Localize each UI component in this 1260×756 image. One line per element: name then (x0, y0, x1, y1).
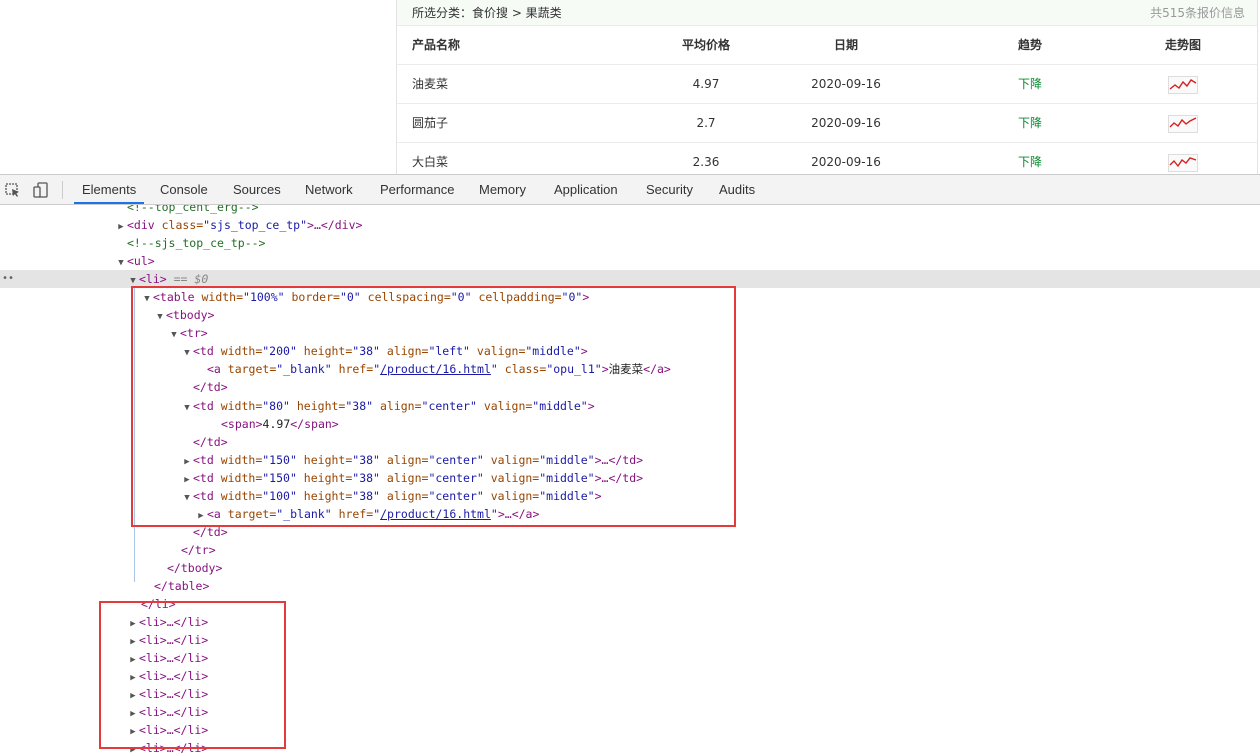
breadcrumb: 所选分类：食价搜 > 果蔬类 共515条报价信息 (397, 0, 1257, 26)
price-list-panel: 所选分类：食价搜 > 果蔬类 共515条报价信息 产品名称 平均价格 日期 趋势… (396, 0, 1258, 174)
avg-price: 4.97 (692, 77, 720, 91)
avg-price: 2.36 (692, 155, 720, 169)
avg-price: 2.7 (696, 116, 716, 130)
dom-close-table[interactable]: </table> (0, 577, 1260, 595)
product-link[interactable]: 油麦菜 (412, 65, 448, 103)
sparkline-link[interactable] (1133, 65, 1233, 103)
total-count: 共515条报价信息 (1150, 6, 1245, 20)
dom-comment[interactable]: <!--sjs_top_ce_tp--> (0, 234, 1260, 252)
inspect-element-icon[interactable] (4, 181, 22, 199)
table-header: 产品名称 平均价格 日期 趋势 走势图 (397, 26, 1257, 65)
header-product-name: 产品名称 (412, 38, 461, 52)
tab-application[interactable]: Application (546, 175, 626, 204)
tab-sources[interactable]: Sources (225, 175, 289, 204)
product-link[interactable]: 圆茄子 (412, 104, 448, 142)
sparkline-link[interactable] (1133, 104, 1233, 142)
table-row: 大白菜 2.36 2020-09-16 下降 (397, 143, 1257, 174)
dom-node-ul[interactable]: ▼ <ul> (0, 252, 1260, 270)
trend-status: 下降 (1017, 116, 1042, 130)
devtools-toolbar: Elements Console Sources Network Perform… (0, 175, 1260, 205)
product-link[interactable]: 大白菜 (412, 143, 448, 174)
sparkline-link[interactable] (1133, 143, 1233, 174)
breadcrumb-text: 所选分类：食价搜 > 果蔬类 (412, 6, 562, 20)
header-trend: 趋势 (1017, 38, 1042, 52)
dom-node-div[interactable]: ▶ <div class="sjs_top_ce_tp">…</div> (0, 216, 1260, 234)
sparkline-icon (1168, 153, 1198, 172)
dom-close-tbody[interactable]: </tbody> (0, 559, 1260, 577)
header-avg-price: 平均价格 (681, 38, 730, 52)
tab-elements[interactable]: Elements (74, 175, 145, 204)
tab-memory[interactable]: Memory (471, 175, 534, 204)
tab-security[interactable]: Security (638, 175, 701, 204)
header-date: 日期 (833, 38, 858, 52)
tab-audits[interactable]: Audits (711, 175, 763, 204)
web-page-viewport: 所选分类：食价搜 > 果蔬类 共515条报价信息 产品名称 平均价格 日期 趋势… (0, 0, 1260, 174)
sparkline-icon (1168, 114, 1198, 133)
tab-network[interactable]: Network (297, 175, 361, 204)
more-options-icon[interactable]: •• (2, 270, 14, 288)
table-row: 油麦菜 4.97 2020-09-16 下降 (397, 65, 1257, 104)
header-trend-chart: 走势图 (1164, 38, 1201, 52)
device-toggle-icon[interactable] (32, 181, 50, 199)
date: 2020-09-16 (811, 155, 881, 169)
date: 2020-09-16 (811, 77, 881, 91)
highlight-box-table (131, 286, 736, 527)
sparkline-icon (1168, 75, 1198, 94)
table-row: 圆茄子 2.7 2020-09-16 下降 (397, 104, 1257, 143)
tab-console[interactable]: Console (152, 175, 216, 204)
dom-close-tr[interactable]: </tr> (0, 541, 1260, 559)
trend-status: 下降 (1017, 155, 1042, 169)
date: 2020-09-16 (811, 116, 881, 130)
toolbar-divider (62, 181, 63, 199)
highlight-box-li-list (99, 601, 286, 749)
trend-status: 下降 (1017, 77, 1042, 91)
tab-performance[interactable]: Performance (372, 175, 462, 204)
dom-comment[interactable]: <!--top_cent_erg--> (0, 205, 1260, 216)
